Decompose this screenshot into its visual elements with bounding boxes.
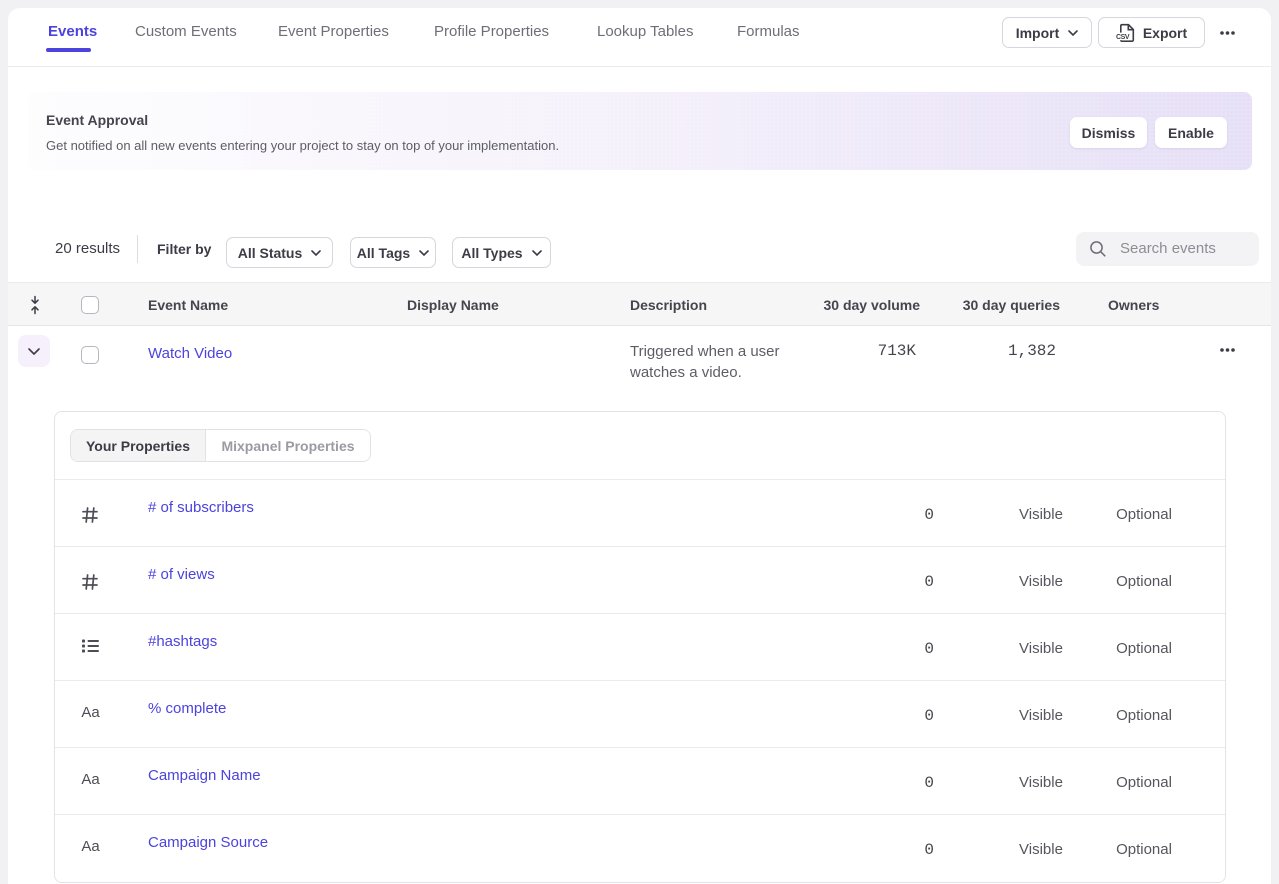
svg-text:CSV: CSV	[1116, 34, 1130, 41]
